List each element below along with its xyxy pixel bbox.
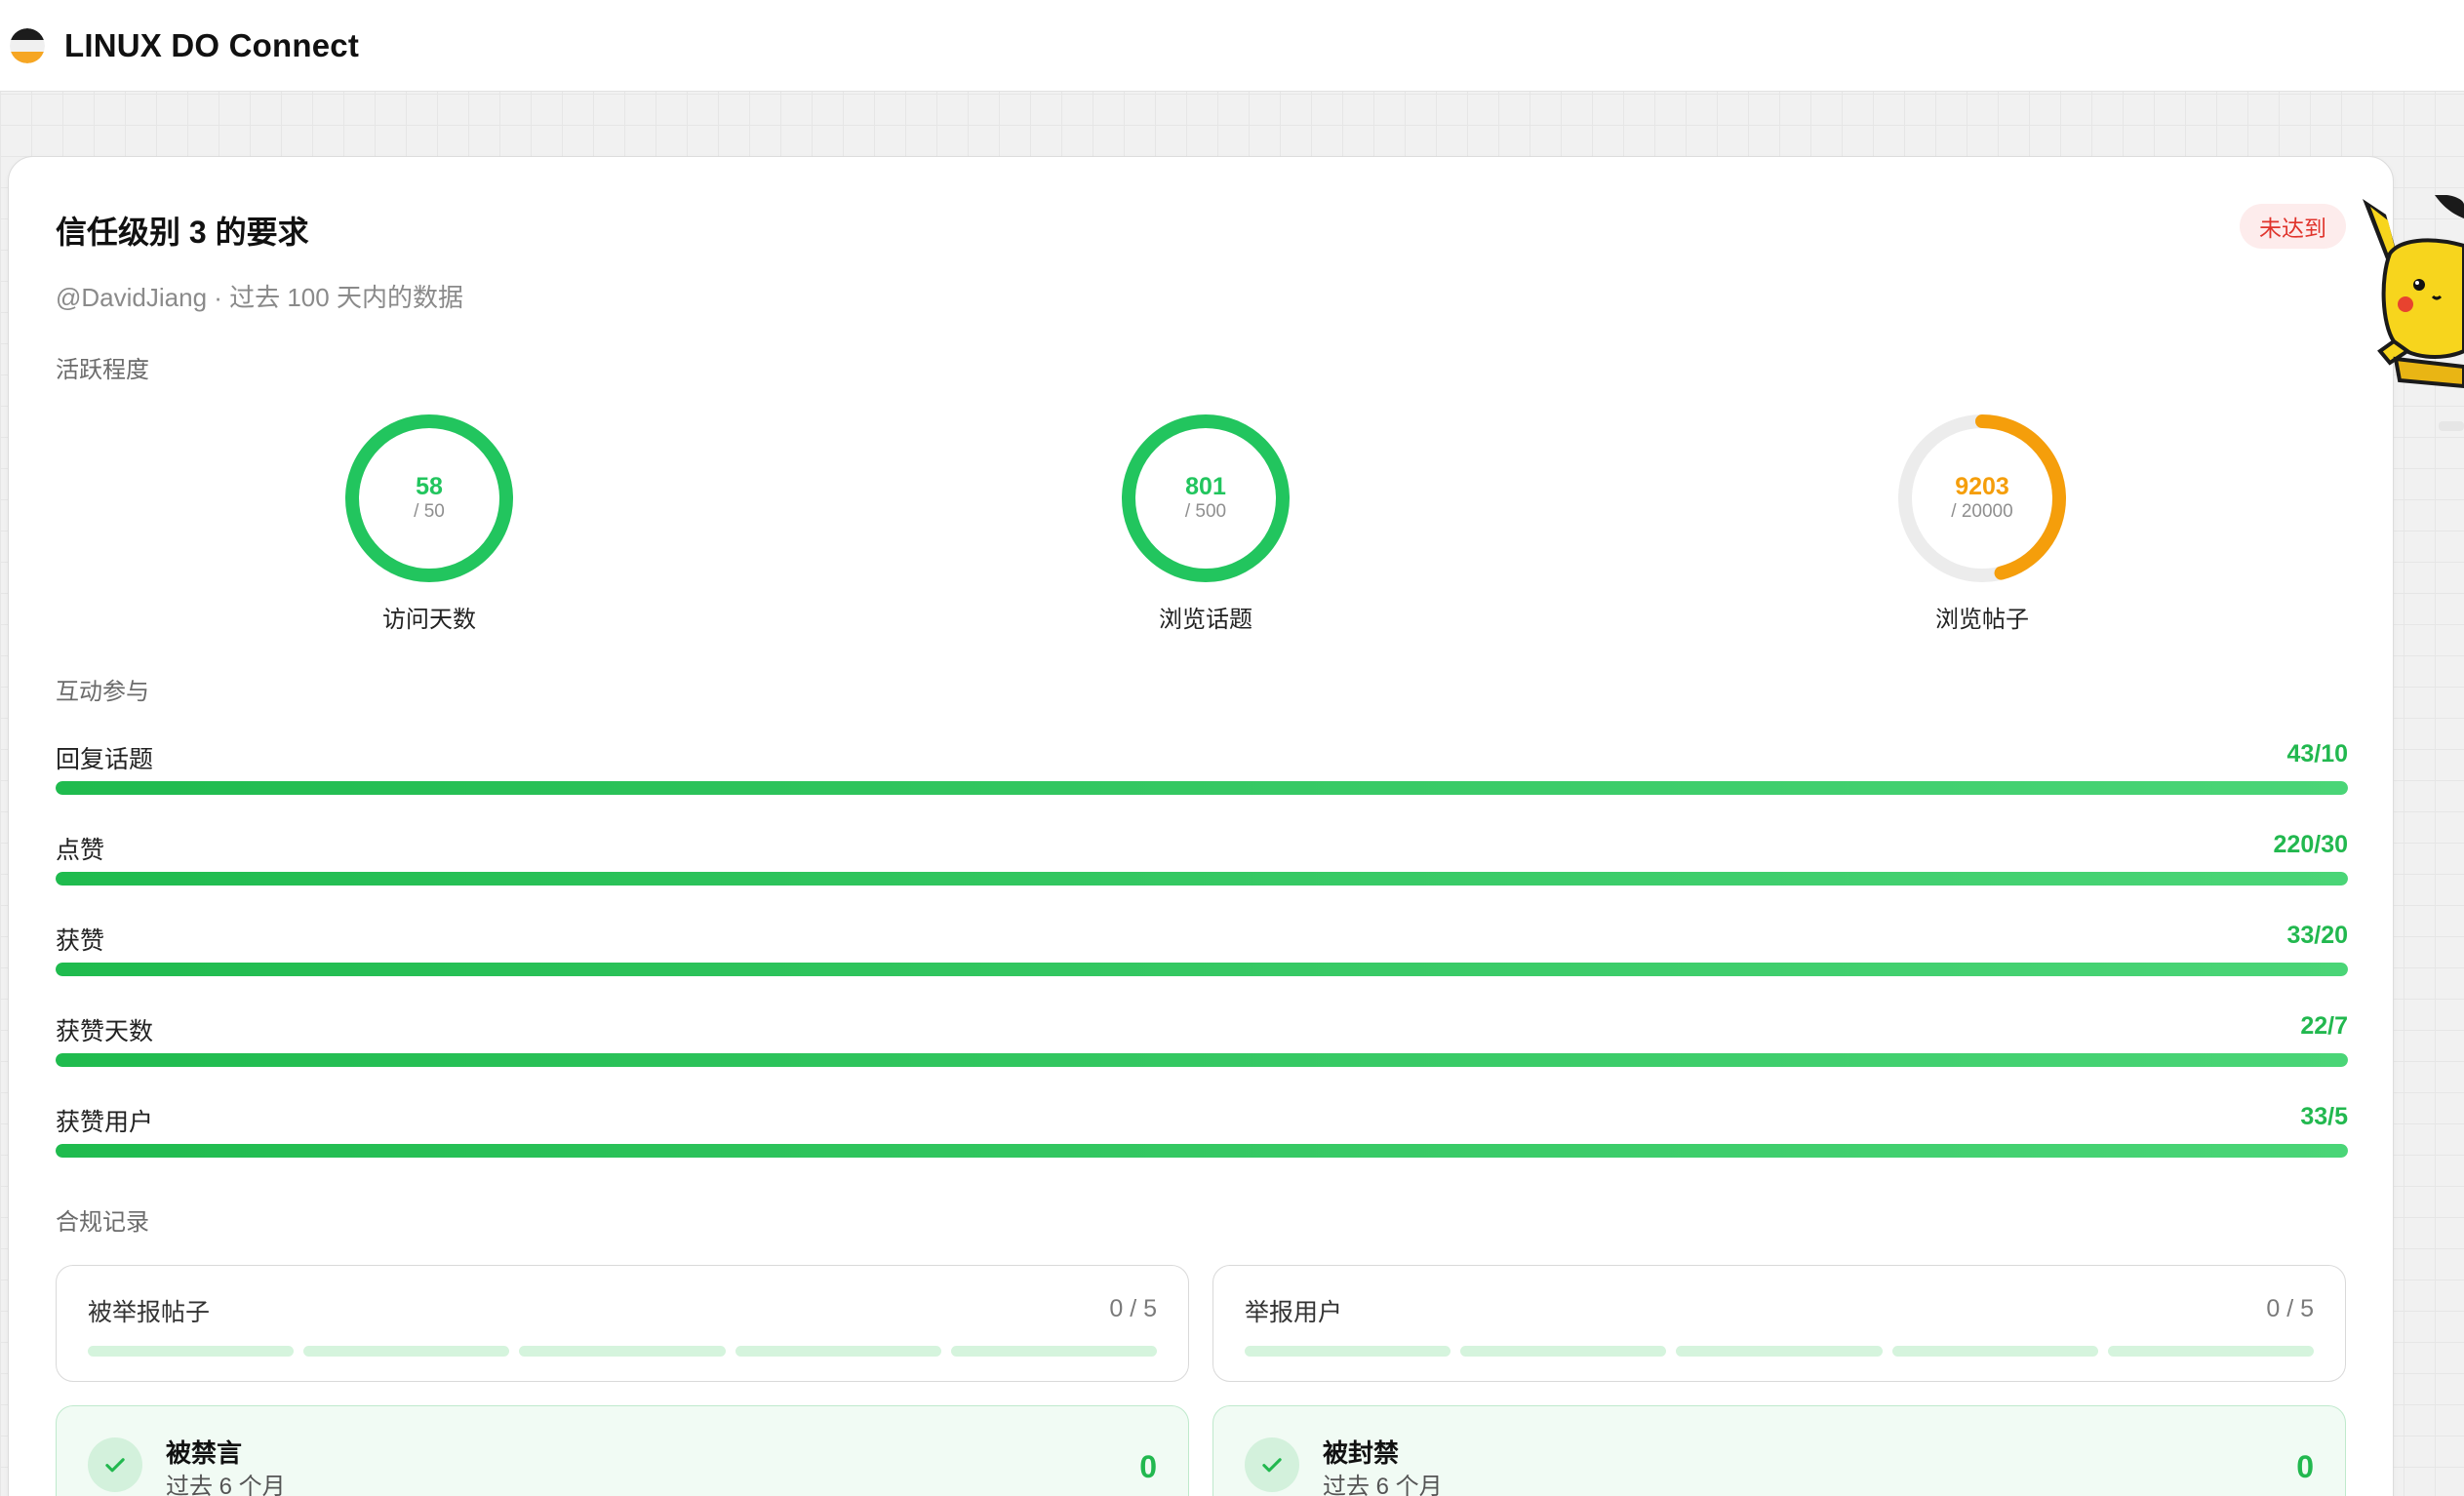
ok-title: 被禁言: [166, 1438, 243, 1468]
progress-bar-fill: [56, 1053, 2348, 1067]
progress-segment: [1676, 1346, 1883, 1357]
ring-target: / 500: [1184, 501, 1227, 522]
bar-value: 220/30: [2273, 831, 2348, 858]
suspended-box: 被封禁 过去 6 个月 0: [1212, 1405, 2346, 1496]
progress-bar-fill: [56, 781, 2348, 795]
trust-level-card: 信任级别 3 的要求 未达到 @DavidJiang · 过去 100 天内的数…: [8, 156, 2394, 1496]
progress-segment: [519, 1346, 726, 1357]
check-icon: [88, 1437, 142, 1492]
bar-label: 回复话题: [56, 746, 154, 773]
page-title: 信任级别 3 的要求: [56, 215, 309, 250]
bar-label: 获赞: [56, 927, 105, 955]
progress-segment: [2107, 1346, 2315, 1357]
ring-label-topics-viewed: 浏览话题: [1159, 607, 1252, 633]
bar-value: 22/7: [2300, 1012, 2348, 1040]
progress-segment: [88, 1346, 295, 1357]
bar-value: 33/20: [2286, 922, 2348, 949]
box-value: 0 / 5: [1109, 1295, 1157, 1322]
section-label-interaction: 互动参与: [56, 679, 149, 705]
ring-visit-days: 58 / 50: [343, 413, 515, 584]
progress-bar: [56, 1144, 2348, 1158]
ring-value: 801: [1185, 473, 1226, 500]
ring-posts-read: 9203 / 20000: [1896, 413, 2068, 584]
progress-bar: [56, 872, 2348, 886]
progress-bar: [56, 781, 2348, 795]
ok-value: 0: [1139, 1449, 1157, 1484]
segmented-progress: [1245, 1346, 2315, 1357]
ring-topics-viewed: 801 / 500: [1120, 413, 1292, 584]
progress-segment: [1245, 1346, 1451, 1357]
bar-label: 点赞: [56, 837, 105, 864]
bar-value: 43/10: [2286, 740, 2348, 768]
bar-row-replies: 回复话题 43/10: [56, 740, 2348, 805]
ok-title: 被封禁: [1323, 1438, 1400, 1468]
linux-do-logo-icon[interactable]: [10, 27, 45, 63]
mascot-shadow: [2439, 421, 2464, 431]
bar-value: 33/5: [2300, 1103, 2348, 1130]
segmented-progress: [88, 1346, 1158, 1357]
progress-bar: [56, 963, 2348, 976]
box-label: 举报用户: [1245, 1299, 1343, 1326]
section-label-compliance: 合规记录: [56, 1209, 149, 1236]
card-subtitle: @DavidJiang · 过去 100 天内的数据: [56, 283, 463, 312]
top-bar: LINUX DO Connect: [0, 0, 2464, 92]
flagged-posts-box: 被举报帖子 0 / 5: [56, 1265, 1189, 1382]
bar-row-likes-received: 获赞 33/20: [56, 922, 2348, 986]
pikachu-mascot[interactable]: [2361, 195, 2464, 400]
silenced-box: 被禁言 过去 6 个月 0: [56, 1405, 1189, 1496]
ok-subtitle: 过去 6 个月: [1323, 1474, 1443, 1496]
progress-segment: [1891, 1346, 2098, 1357]
progress-bar: [56, 1053, 2348, 1067]
app-title[interactable]: LINUX DO Connect: [64, 27, 359, 64]
progress-segment: [950, 1346, 1158, 1357]
box-label: 被举报帖子: [88, 1299, 211, 1326]
ring-value: 58: [416, 473, 443, 500]
progress-bar-fill: [56, 1144, 2348, 1158]
progress-segment: [1460, 1346, 1667, 1357]
ring-value: 9203: [1955, 473, 2009, 500]
bar-row-liked-days: 获赞天数 22/7: [56, 1012, 2348, 1077]
box-value: 0 / 5: [2266, 1295, 2314, 1322]
ring-target: / 50: [414, 501, 445, 522]
ring-target: / 20000: [1951, 501, 2013, 522]
ok-subtitle: 过去 6 个月: [166, 1474, 286, 1496]
bar-row-liked-users: 获赞用户 33/5: [56, 1103, 2348, 1167]
progress-bar-fill: [56, 872, 2348, 886]
flagged-users-box: 举报用户 0 / 5: [1212, 1265, 2346, 1382]
ring-label-posts-read: 浏览帖子: [1935, 607, 2029, 633]
ring-label-visit-days: 访问天数: [382, 607, 476, 633]
bar-row-likes-given: 点赞 220/30: [56, 831, 2348, 895]
progress-segment: [303, 1346, 510, 1357]
bar-label: 获赞天数: [56, 1018, 154, 1045]
progress-segment: [735, 1346, 941, 1357]
bar-label: 获赞用户: [56, 1109, 154, 1136]
section-label-activity: 活跃程度: [56, 357, 149, 383]
ok-value: 0: [2296, 1449, 2314, 1484]
progress-bar-fill: [56, 963, 2348, 976]
status-badge: 未达到: [2240, 204, 2346, 249]
check-icon: [1245, 1437, 1299, 1492]
